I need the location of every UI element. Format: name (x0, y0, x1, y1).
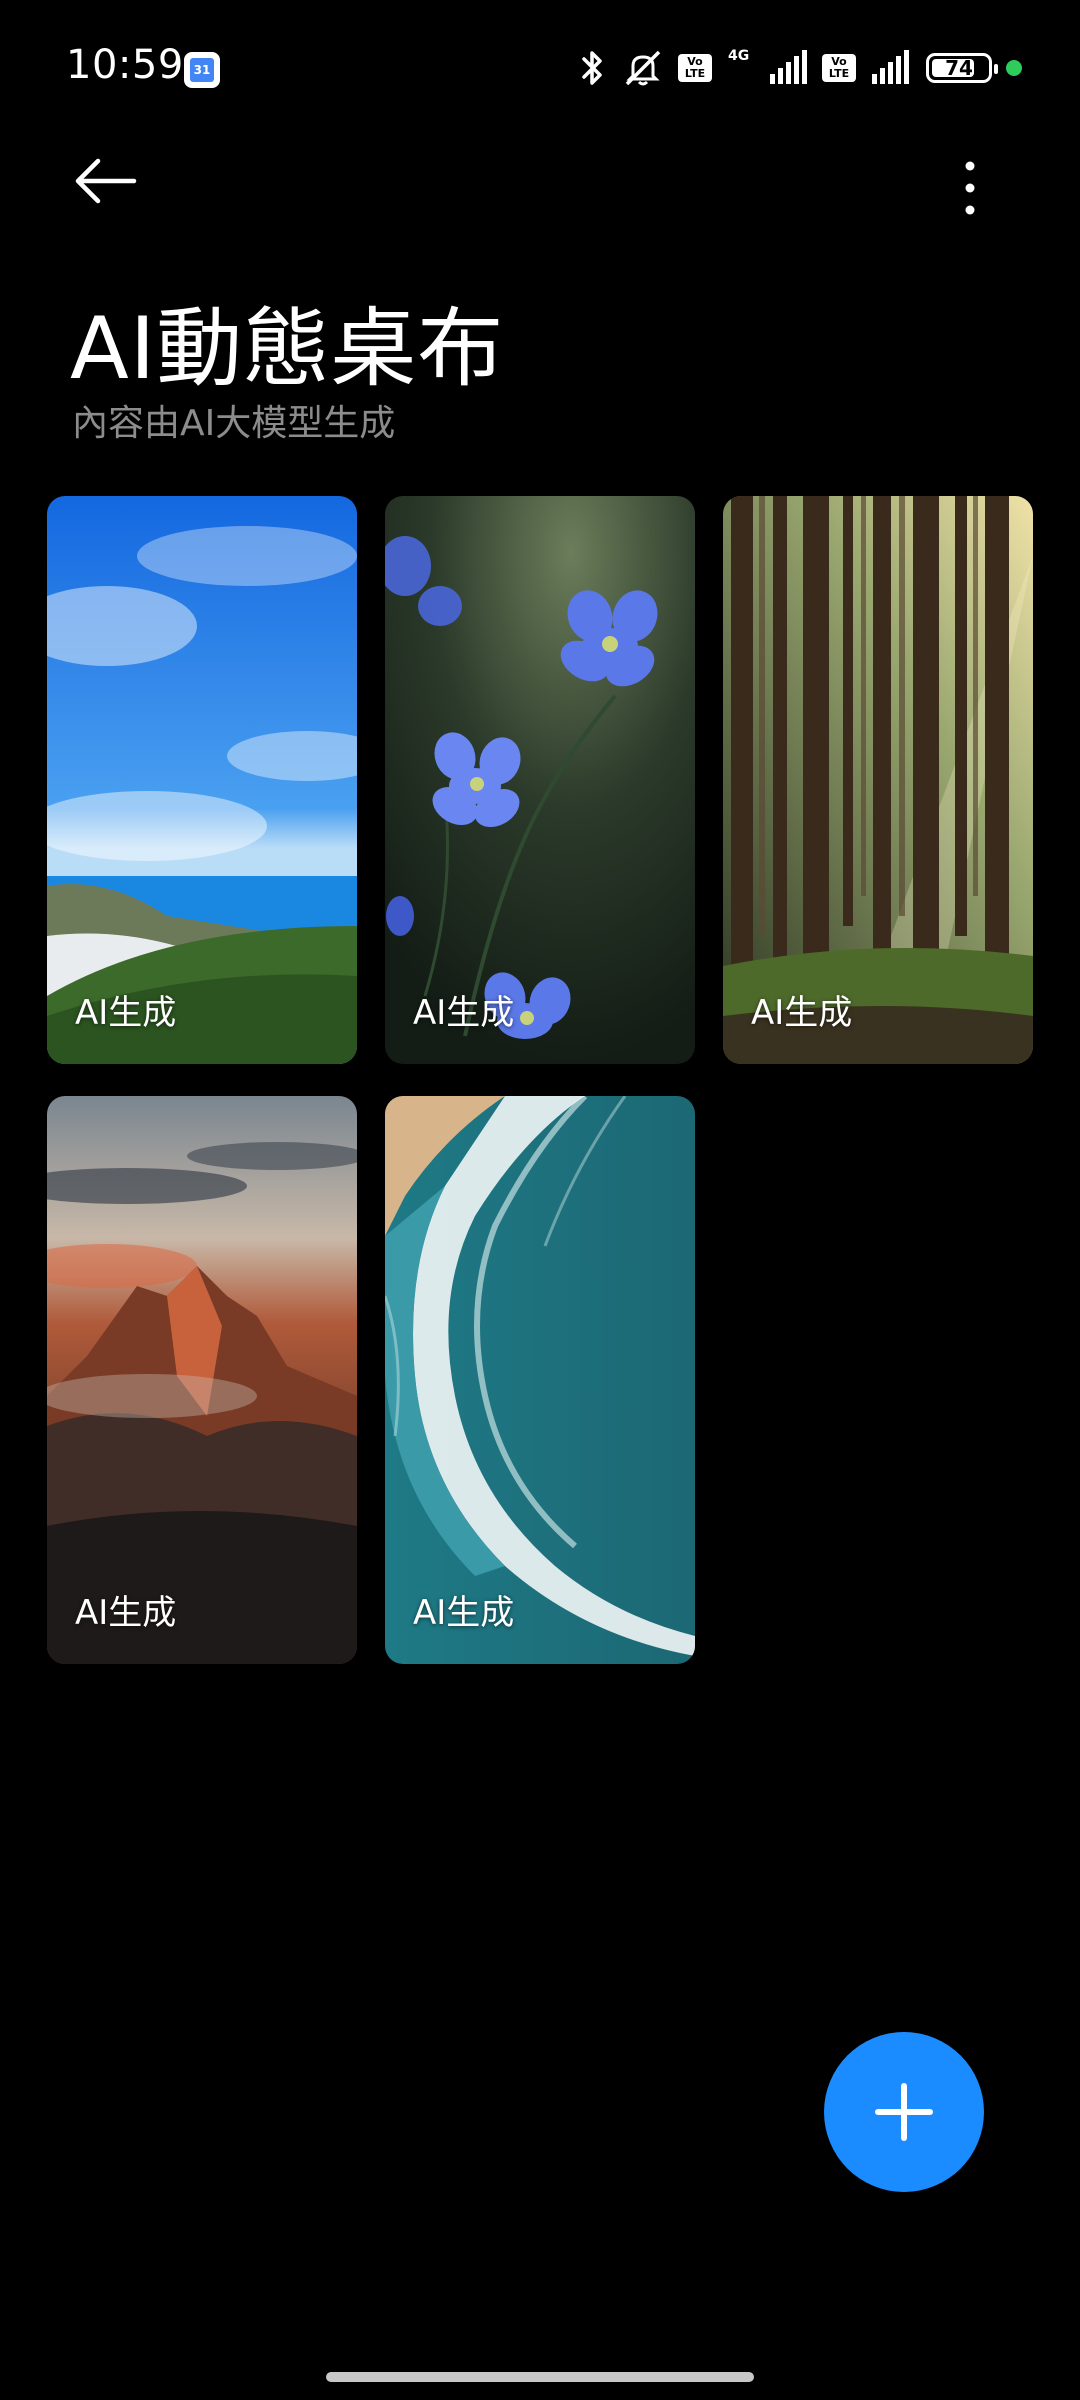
bluetooth-icon (582, 51, 602, 85)
add-wallpaper-button[interactable] (824, 2032, 984, 2192)
status-icons: Vo LTE 4G Vo LTE 74 (578, 46, 1022, 90)
wallpaper-label: AI生成 (413, 993, 515, 1033)
wallpaper-thumbnail (47, 1096, 357, 1664)
battery-level: 74 (945, 56, 973, 80)
volte-icon-2: Vo LTE (822, 54, 856, 82)
volte-bottom: LTE (684, 67, 706, 80)
signal-icon-2 (872, 50, 909, 84)
wallpaper-thumbnail (385, 1096, 695, 1664)
volte-bottom: LTE (828, 67, 850, 80)
calendar-date: 31 (190, 58, 214, 82)
wallpaper-label: AI生成 (751, 993, 853, 1033)
home-indicator[interactable] (326, 2372, 754, 2382)
mute-icon (625, 50, 661, 86)
volte-icon: Vo LTE (678, 54, 712, 82)
calendar-app-icon: 31 (184, 52, 220, 88)
more-options-button[interactable] (940, 150, 1000, 230)
wallpaper-card-forest[interactable]: AI生成 (723, 496, 1033, 1064)
wallpaper-card-blue-flowers[interactable]: AI生成 (385, 496, 695, 1064)
battery-icon: 74 (926, 53, 998, 83)
wallpaper-thumbnail (385, 496, 695, 1064)
network-label: 4G (728, 48, 750, 64)
page-subtitle: 內容由AI大模型生成 (72, 403, 396, 444)
wallpaper-thumbnail (723, 496, 1033, 1064)
wallpaper-label: AI生成 (413, 1593, 515, 1633)
status-bar: 10:59 31 Vo LTE 4G Vo LTE 74 (0, 0, 1080, 140)
privacy-dot-icon (1006, 60, 1022, 76)
arrow-left-icon (75, 158, 137, 204)
wallpaper-card-mountain[interactable]: AI生成 (47, 1096, 357, 1664)
signal-icon (770, 50, 807, 84)
wallpaper-thumbnail (47, 496, 357, 1064)
wallpaper-label: AI生成 (75, 993, 177, 1033)
back-button[interactable] (72, 156, 152, 220)
battery-cap (994, 64, 998, 74)
status-time: 10:59 (66, 42, 184, 88)
wallpaper-card-ocean[interactable]: AI生成 (385, 1096, 695, 1664)
wallpaper-label: AI生成 (75, 1593, 177, 1633)
plus-icon (875, 2083, 933, 2141)
more-vertical-icon (965, 161, 975, 215)
page-title: AI動態桌布 (70, 299, 505, 399)
network-type: 4G (726, 48, 754, 88)
wallpaper-card-sky-coast[interactable]: AI生成 (47, 496, 357, 1064)
